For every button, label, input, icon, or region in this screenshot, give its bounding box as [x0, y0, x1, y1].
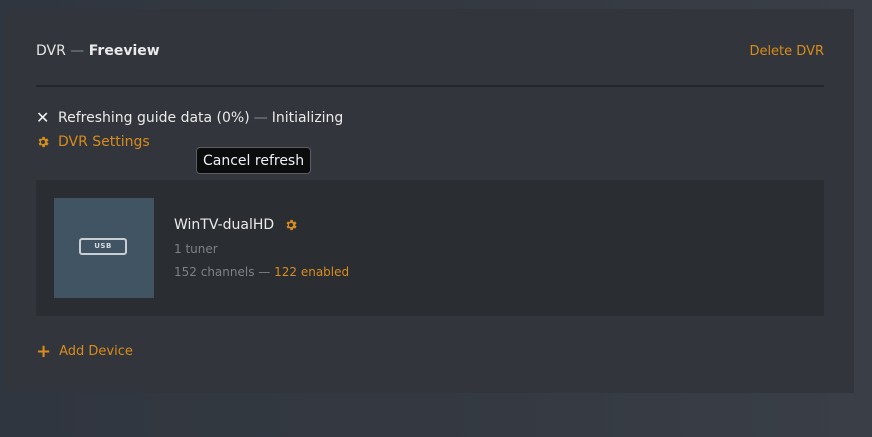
device-name: WinTV-dualHD: [174, 217, 275, 233]
dvr-header: DVR — Freeview: [36, 43, 160, 59]
dvr-settings-label: DVR Settings: [58, 134, 150, 150]
dvr-provider: Freeview: [88, 43, 160, 59]
device-name-row: WinTV-dualHD: [174, 217, 298, 233]
gear-icon: [38, 136, 49, 148]
status-separator: —: [253, 110, 268, 126]
refresh-status-text: Refreshing guide data (0%): [58, 110, 250, 126]
device-card: USB WinTV-dualHD 1 tuner 152 channels — …: [36, 180, 824, 316]
device-channel-info: 152 channels — 122 enabled: [174, 265, 349, 279]
cancel-refresh-tooltip: Cancel refresh: [196, 147, 312, 174]
channels-separator: —: [258, 265, 271, 279]
dvr-panel: DVR — Freeview Delete DVR ✕ Refreshing g…: [6, 9, 854, 393]
header-divider: [36, 85, 824, 87]
usb-icon: USB: [79, 238, 127, 255]
delete-dvr-link[interactable]: Delete DVR: [749, 44, 824, 59]
dvr-label: DVR: [36, 43, 66, 59]
channel-count: 152 channels: [174, 265, 255, 279]
add-device-label: Add Device: [59, 344, 133, 359]
refresh-status: ✕ Refreshing guide data (0%) — Initializ…: [36, 110, 344, 127]
add-device-button[interactable]: + Add Device: [36, 340, 133, 362]
gear-icon[interactable]: [284, 218, 298, 232]
close-icon[interactable]: ✕: [36, 110, 50, 126]
plus-icon: +: [36, 340, 52, 362]
enabled-channels-link[interactable]: 122 enabled: [274, 265, 349, 279]
header-separator: —: [70, 43, 85, 59]
device-thumbnail: USB: [54, 198, 154, 298]
device-tuner-count: 1 tuner: [174, 242, 218, 256]
dvr-settings-link[interactable]: DVR Settings: [36, 134, 150, 150]
refresh-state: Initializing: [271, 110, 344, 126]
